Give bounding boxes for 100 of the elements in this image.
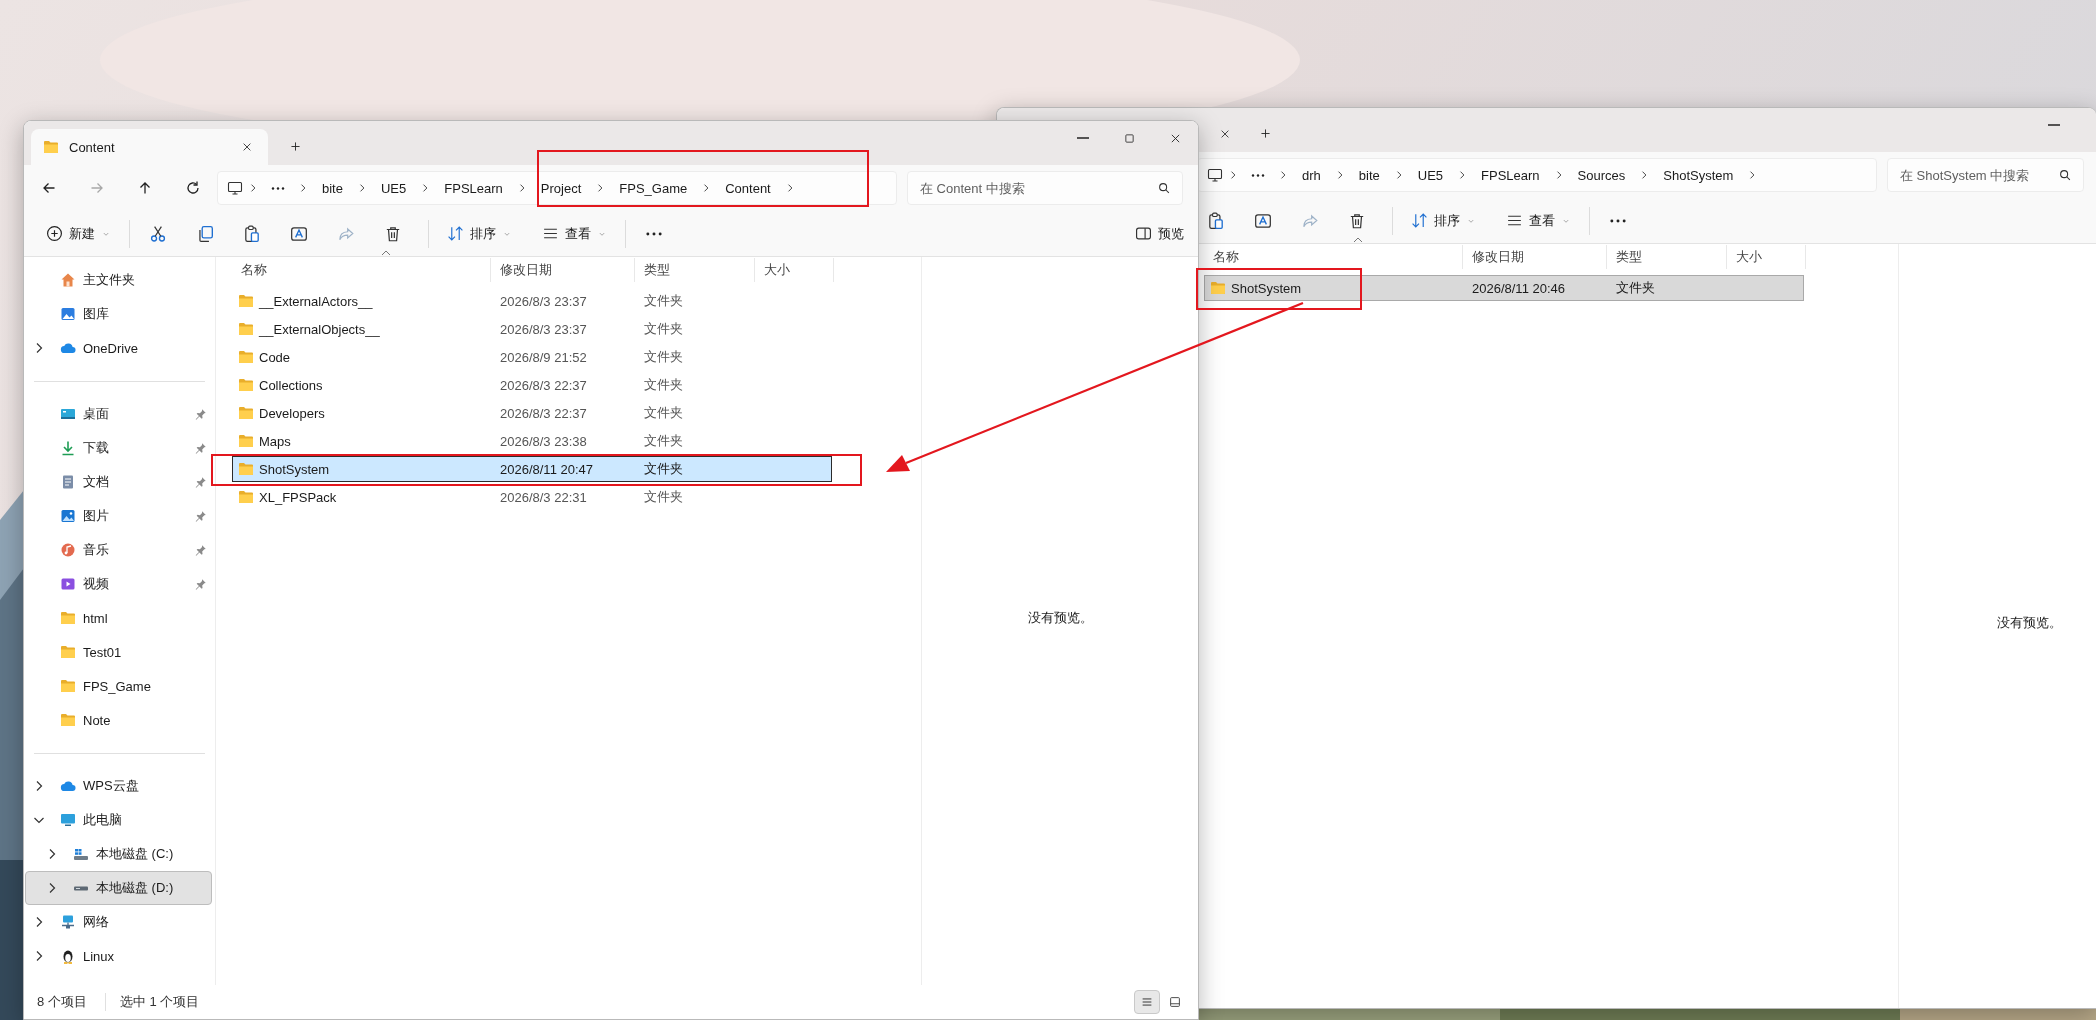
tab[interactable]: Content [31,129,268,165]
breadcrumb[interactable]: Content [716,174,780,202]
file-row[interactable]: Developers 2026/8/3 22:37 文件夹 [232,400,832,426]
sidebar-item[interactable]: 主文件夹 [25,263,212,297]
column-header[interactable]: 修改日期 [1463,245,1607,269]
breadcrumb[interactable]: FPSLearn [1472,161,1549,189]
rename-icon [1254,211,1272,230]
more-icon [1610,218,1626,223]
file-row[interactable]: ShotSystem 2026/8/11 20:46 文件夹 [1204,275,1804,301]
maximize-icon [1122,131,1136,145]
details-view-button[interactable] [1134,990,1160,1014]
list-icon [1140,995,1154,1009]
search-icon [2058,168,2072,182]
file-type: 文件夹 [643,320,684,338]
file-row[interactable]: ShotSystem 2026/8/11 20:47 文件夹 [232,456,832,482]
view-button[interactable]: 查看 [1496,203,1581,238]
folder-icon [1210,280,1226,296]
modified-date: 2026/8/9 21:52 [499,349,588,365]
network-icon [60,914,76,930]
address-bar[interactable]: bite UE5 FPSLearn Project FPS_Game Content [217,171,897,205]
sidebar-item[interactable]: Note [25,703,212,737]
drive-icon [73,885,89,891]
sidebar-item[interactable]: Linux [25,939,212,973]
selection-count: 选中 1 个项目 [104,993,200,1011]
preview-pane-icon [1135,225,1152,242]
file-type: 文件夹 [643,348,684,366]
folder-icon [238,377,254,393]
sidebar-item[interactable]: 网络 [25,905,212,939]
folder-icon [238,489,254,505]
breadcrumb[interactable]: bite [1349,161,1389,189]
breadcrumb[interactable]: UE5 [371,174,416,202]
folder-icon [60,644,76,660]
pin-icon [194,475,207,489]
close-icon [241,141,253,153]
search-field[interactable]: 在 ShotSystem 中搜索 [1887,158,2084,192]
sidebar-item[interactable]: WPS云盘 [25,769,212,803]
sidebar-item[interactable]: OneDrive [25,331,212,365]
folder-icon [238,293,254,309]
search-field[interactable]: 在 Content 中搜索 [907,171,1183,205]
breadcrumb[interactable]: FPS_Game [610,174,697,202]
breadcrumb[interactable]: ShotSystem [1654,161,1743,189]
column-header[interactable]: 名称 [232,258,491,282]
sidebar-item[interactable]: 图库 [25,297,212,331]
column-header[interactable]: 大小 [1727,245,1806,269]
plus-icon [288,139,302,153]
sidebar-item[interactable]: 视频 [25,567,212,601]
breadcrumb[interactable]: drh [1293,161,1330,189]
new-button[interactable]: 新建 [36,216,121,251]
sidebar-item[interactable]: 桌面 [25,397,212,431]
sidebar-item[interactable]: html [25,601,212,635]
preview-message: 没有预览。 [1027,609,1093,627]
computer-icon [1207,167,1223,183]
pin-icon [194,509,207,523]
sidebar-item[interactable]: FPS_Game [25,669,212,703]
breadcrumb[interactable]: bite [313,174,352,202]
breadcrumb[interactable]: FPSLearn [435,174,512,202]
more-icon [271,186,285,190]
column-header[interactable]: 大小 [755,258,834,282]
music-icon [60,542,76,558]
folder-icon [238,321,254,337]
sidebar-item[interactable]: 下载 [25,431,212,465]
file-row[interactable]: Code 2026/8/9 21:52 文件夹 [232,344,832,370]
more-icon [1251,173,1265,177]
pin-icon [194,543,207,557]
file-row[interactable]: __ExternalActors__ 2026/8/3 23:37 文件夹 [232,288,832,314]
folder-icon [238,461,254,477]
column-header[interactable]: 类型 [635,258,755,282]
file-type: 文件夹 [643,432,684,450]
document-icon [60,474,76,490]
video-icon [60,576,76,592]
sidebar-item[interactable]: 本地磁盘 (D:) [25,871,212,905]
pin-icon [194,407,207,421]
breadcrumb[interactable]: Project [531,174,591,202]
file-name: __ExternalObjects__ [259,321,380,337]
view-button[interactable]: 查看 [532,216,617,251]
file-row[interactable]: Collections 2026/8/3 22:37 文件夹 [232,372,832,398]
sidebar-item[interactable]: 此电脑 [25,803,212,837]
breadcrumb[interactable]: Sources [1568,161,1635,189]
sidebar-item[interactable]: 本地磁盘 (C:) [25,837,212,871]
sidebar-item[interactable]: Test01 [25,635,212,669]
file-row[interactable]: XL_FPSPack 2026/8/3 22:31 文件夹 [232,484,832,510]
column-header[interactable]: 类型 [1607,245,1727,269]
close-icon [1219,128,1231,140]
sidebar-item[interactable]: 图片 [25,499,212,533]
breadcrumb[interactable]: UE5 [1408,161,1453,189]
sort-button[interactable]: 排序 [437,216,522,251]
sidebar-item[interactable]: 音乐 [25,533,212,567]
copy-icon [196,224,214,243]
download-icon [60,440,76,456]
file-type: 文件夹 [643,404,684,422]
sidebar-item[interactable]: 文档 [25,465,212,499]
column-header[interactable]: 名称 [1204,245,1463,269]
address-bar[interactable]: drh bite UE5 FPSLearn Sources ShotSystem [1197,158,1877,192]
file-row[interactable]: __ExternalObjects__ 2026/8/3 23:37 文件夹 [232,316,832,342]
computer-icon [227,180,243,196]
column-header[interactable]: 修改日期 [491,258,635,282]
preview-message: 没有预览。 [1997,614,2062,632]
file-row[interactable]: Maps 2026/8/3 23:38 文件夹 [232,428,832,454]
sort-button[interactable]: 排序 [1401,203,1486,238]
preview-pane-button[interactable]: 预览 [1125,216,1194,251]
